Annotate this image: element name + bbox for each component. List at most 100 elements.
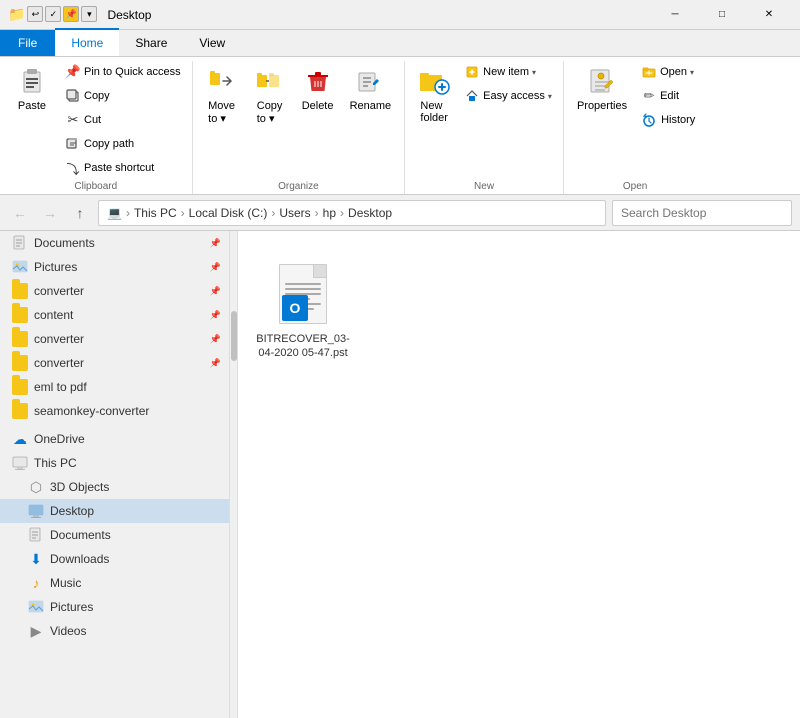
sidebar-scrollbar-thumb[interactable] (231, 311, 237, 361)
address-path[interactable]: 💻 › This PC › Local Disk (C:) › Users › … (98, 200, 606, 226)
pin-label: Pin to Quick access (84, 66, 181, 78)
tab-view[interactable]: View (183, 30, 241, 56)
copy-label: Copy (84, 90, 110, 102)
sidebar-item-eml-to-pdf[interactable]: eml to pdf (0, 375, 229, 399)
tab-home[interactable]: Home (55, 28, 119, 56)
path-arrow-2: › (271, 206, 275, 220)
sidebar-item-onedrive[interactable]: ☁ OneDrive (0, 427, 229, 451)
sidebar-item-converter-3[interactable]: converter 📌 (0, 351, 229, 375)
quick-access-btn-2[interactable]: ✓ (45, 6, 61, 22)
forward-button[interactable]: → (38, 201, 62, 225)
videos-icon: ▶ (28, 623, 44, 639)
onedrive-icon: ☁ (12, 431, 28, 447)
delete-label: Delete (302, 100, 334, 112)
copy-button[interactable]: Copy (60, 85, 186, 107)
paste-shortcut-icon: ⤵ (65, 160, 81, 176)
sidebar-documents-label: Documents (34, 236, 95, 250)
back-button[interactable]: ← (8, 201, 32, 225)
desktop-icon (28, 503, 44, 519)
sidebar-converter-2-label: converter (34, 332, 84, 346)
sidebar-item-music[interactable]: ♪ Music (0, 571, 229, 595)
pin-to-quick-button[interactable]: 📌 Pin to Quick access (60, 61, 186, 83)
open-icon (641, 64, 657, 80)
sidebar-item-3d-objects[interactable]: ⬡ 3D Objects (0, 475, 229, 499)
rename-button[interactable]: Rename (343, 61, 399, 117)
path-this-pc[interactable]: This PC (134, 206, 177, 220)
sidebar-converter-3-label: converter (34, 356, 84, 370)
properties-icon (586, 66, 618, 98)
organize-label: Organize (278, 179, 319, 192)
copy-to-button[interactable]: Copyto ▾ (247, 61, 293, 130)
new-item-button[interactable]: New item ▾ (459, 61, 557, 83)
quick-access-btn-1[interactable]: ↩ (27, 6, 43, 22)
sidebar-onedrive-label: OneDrive (34, 432, 85, 446)
minimize-button[interactable]: ─ (652, 0, 698, 30)
sidebar-item-pictures[interactable]: Pictures 📌 (0, 255, 229, 279)
path-arrow-4: › (340, 206, 344, 220)
quick-access-dropdown[interactable]: ▾ (81, 6, 97, 22)
documents-icon (12, 235, 28, 251)
sidebar-item-converter-2[interactable]: converter 📌 (0, 327, 229, 351)
sidebar-item-this-pc[interactable]: This PC (0, 451, 229, 475)
cut-button[interactable]: ✂ Cut (60, 109, 186, 131)
sidebar-this-pc-label: This PC (34, 456, 77, 470)
path-users[interactable]: Users (279, 206, 310, 220)
edit-button[interactable]: ✏ Edit (636, 85, 700, 107)
ribbon-group-new: Newfolder New item ▾ (405, 61, 564, 194)
delete-icon (302, 66, 334, 98)
history-icon (641, 112, 657, 128)
edit-icon: ✏ (641, 88, 657, 104)
properties-button[interactable]: Properties (570, 61, 634, 117)
title-bar-title: Desktop (107, 8, 646, 22)
sidebar-item-documents-pc[interactable]: Documents (0, 523, 229, 547)
file-item-pst[interactable]: O BITRECOVER_03- 04-2020 05-47.pst (258, 251, 348, 370)
sidebar-item-content[interactable]: content 📌 (0, 303, 229, 327)
delete-button[interactable]: Delete (295, 61, 341, 117)
sidebar-item-converter-1[interactable]: converter 📌 (0, 279, 229, 303)
path-hp[interactable]: hp (323, 206, 336, 220)
sidebar-converter-1-label: converter (34, 284, 84, 298)
paste-shortcut-label: Paste shortcut (84, 162, 154, 174)
easy-access-button[interactable]: Easy access ▾ (459, 85, 557, 107)
up-button[interactable]: ↑ (68, 201, 92, 225)
open-label: Open (660, 66, 687, 78)
this-pc-icon (12, 455, 28, 471)
close-button[interactable]: ✕ (746, 0, 792, 30)
sidebar-item-downloads[interactable]: ⬇ Downloads (0, 547, 229, 571)
rename-icon (354, 66, 386, 98)
sidebar-item-pictures-pc[interactable]: Pictures (0, 595, 229, 619)
move-to-icon (206, 66, 238, 98)
sidebar-item-videos[interactable]: ▶ Videos (0, 619, 229, 643)
history-button[interactable]: History (636, 109, 700, 131)
folder-icon-5 (12, 379, 28, 395)
quick-access-btn-3[interactable]: 📌 (63, 6, 79, 22)
ribbon-group-organize: Moveto ▾ Copyto ▾ (193, 61, 406, 194)
sidebar-scrollbar[interactable] (230, 231, 238, 718)
sidebar-item-seamonkey[interactable]: seamonkey-converter (0, 399, 229, 423)
path-local-disk[interactable]: Local Disk (C:) (189, 206, 268, 220)
pst-line-2 (285, 288, 321, 290)
move-to-button[interactable]: Moveto ▾ (199, 61, 245, 130)
open-label: Open (623, 179, 647, 192)
tab-file[interactable]: File (0, 30, 55, 56)
pst-page: O (279, 264, 327, 324)
sidebar-eml-to-pdf-label: eml to pdf (34, 380, 87, 394)
path-separator-0: 💻 (107, 206, 122, 220)
sidebar-item-desktop[interactable]: Desktop (0, 499, 229, 523)
path-desktop[interactable]: Desktop (348, 206, 392, 220)
tab-share[interactable]: Share (119, 30, 183, 56)
path-arrow-0: › (126, 206, 130, 220)
new-folder-button[interactable]: Newfolder (411, 61, 457, 129)
pin-icon: 📌 (65, 64, 81, 80)
copy-path-button[interactable]: Copy path (60, 133, 186, 155)
open-button[interactable]: Open ▾ (636, 61, 700, 83)
folder-icon-4 (12, 355, 28, 371)
search-input[interactable] (612, 200, 792, 226)
paste-shortcut-button[interactable]: ⤵ Paste shortcut (60, 157, 186, 179)
open-dropdown-arrow: ▾ (690, 68, 694, 77)
converter-3-pin: 📌 (210, 358, 221, 369)
sidebar-item-documents[interactable]: Documents 📌 (0, 231, 229, 255)
paste-button[interactable]: Paste (6, 61, 58, 117)
maximize-button[interactable]: □ (699, 0, 745, 30)
copy-icon (65, 88, 81, 104)
